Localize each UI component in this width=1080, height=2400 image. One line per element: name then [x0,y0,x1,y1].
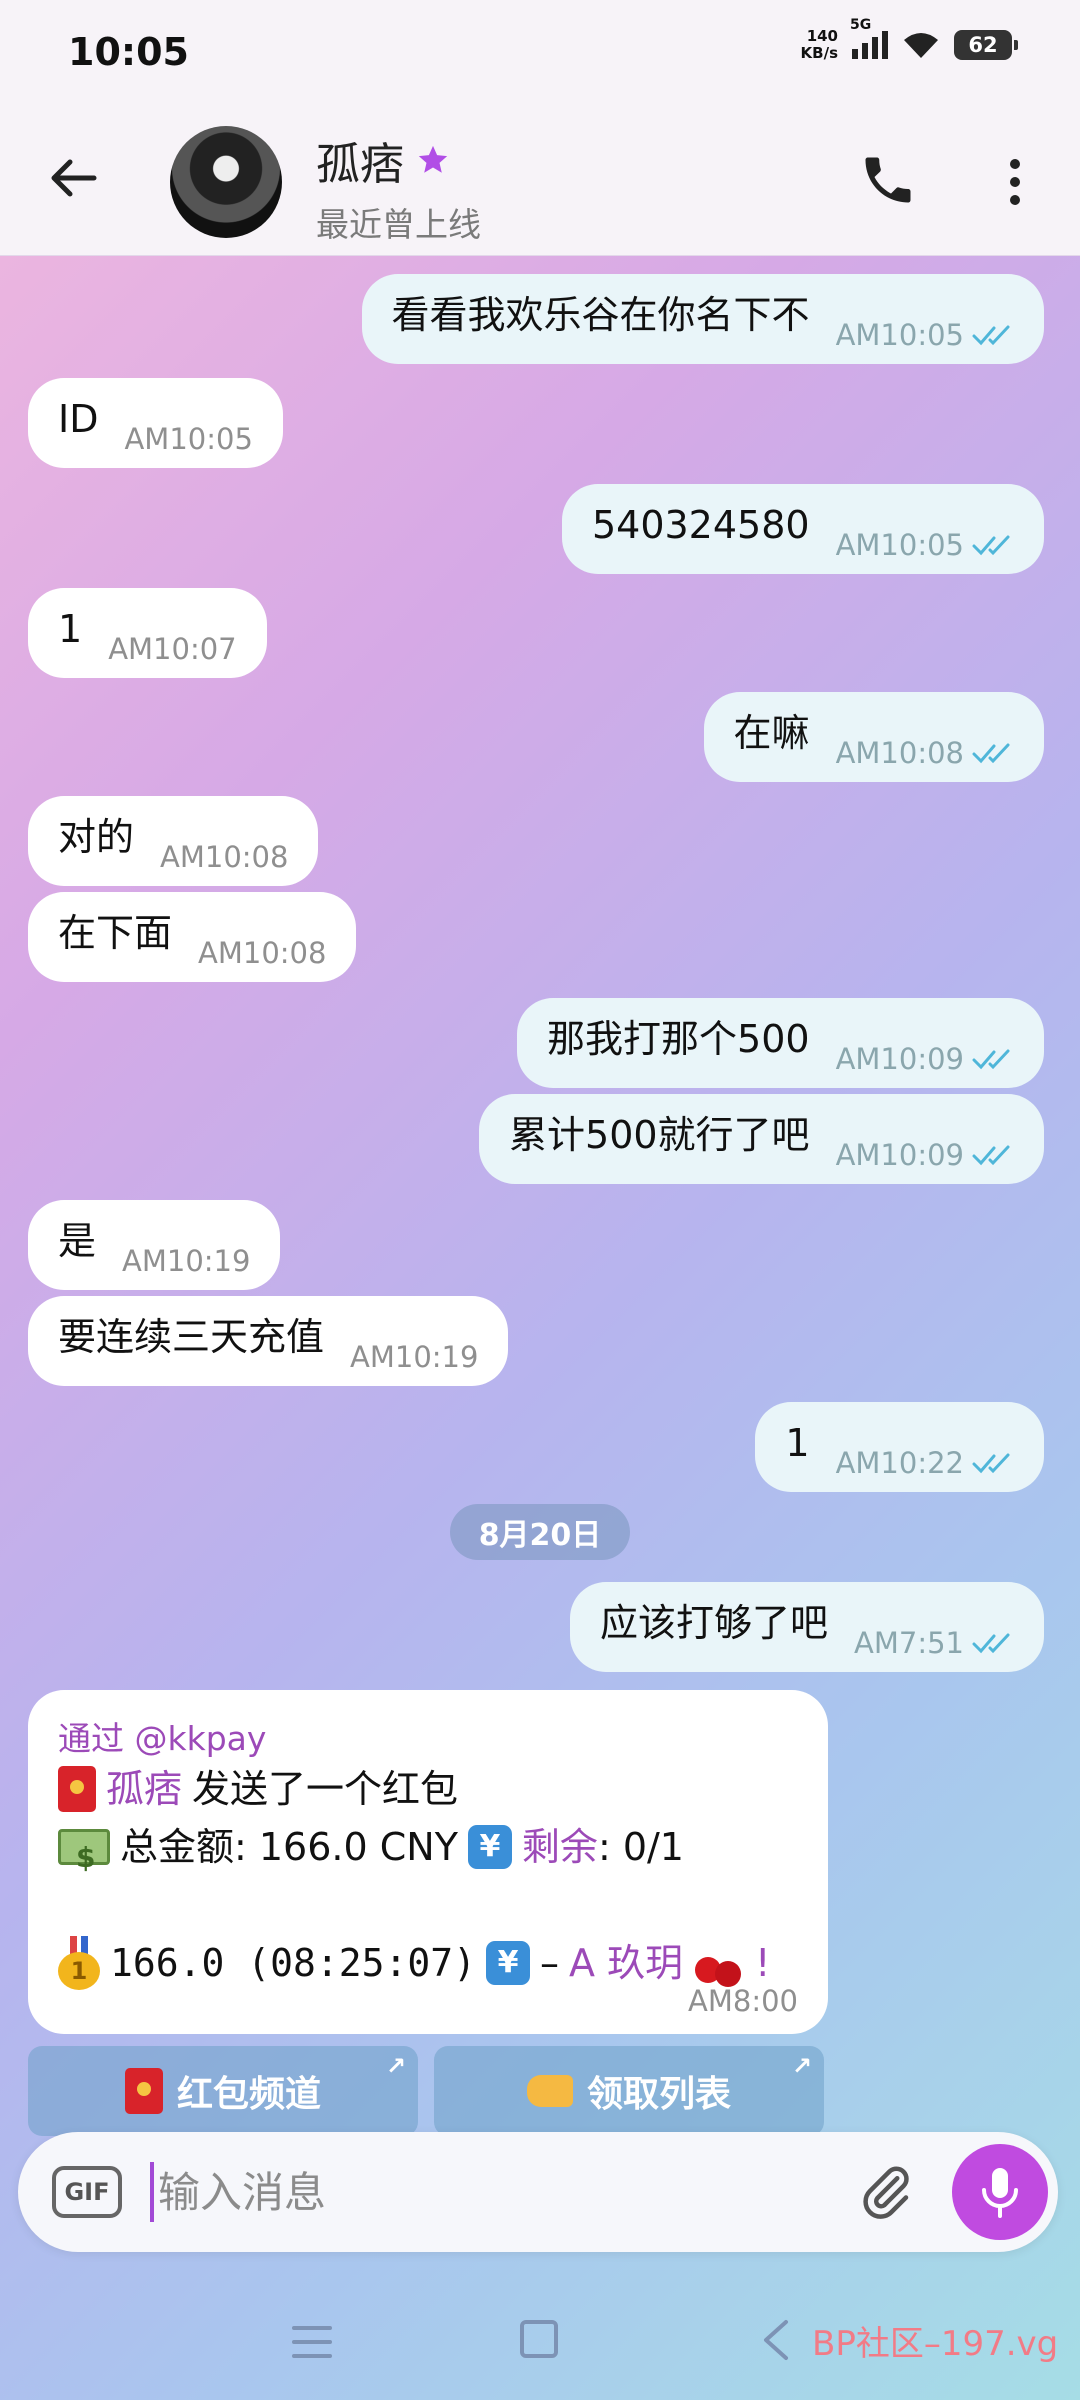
date-separator: 8月20日 [450,1504,630,1560]
medal-icon [58,1936,100,1990]
red-packet-message[interactable]: 通过 @kkpay 孤痞 发送了一个红包 总金额: 166.0 CNY ¥ 剩余… [28,1690,828,2034]
avatar[interactable] [170,126,282,238]
claim-list-button[interactable]: 领取列表 ↗ [434,2046,824,2136]
chat-header: 孤痞 最近曾上线 [0,110,1080,256]
yen-icon: ¥ [486,1941,531,1985]
message-list[interactable]: 看看我欢乐谷在你名下不 AM10:05 ID AM10:05 540324580… [0,256,1080,2126]
home-button[interactable] [520,2320,558,2358]
message-bubble-incoming[interactable]: 在下面 AM10:08 [28,892,357,982]
read-ticks-icon [972,1049,1010,1070]
message-bubble-outgoing[interactable]: 540324580 AM10:05 [561,484,1044,574]
red-packet-channel-button[interactable]: 红包频道 ↗ [28,2046,418,2136]
last-seen-status: 最近曾上线 [316,205,481,244]
money-icon [58,1829,110,1887]
message-bubble-outgoing[interactable]: 累计500就行了吧 AM10:09 [479,1094,1044,1184]
read-ticks-icon [972,1633,1010,1654]
status-indicators: 140 KB/s 5G 62 [800,17,1018,62]
contact-name: 孤痞 [316,139,404,190]
external-link-icon: ↗ [791,2052,812,2080]
voice-record-button[interactable] [952,2144,1048,2240]
system-back-icon[interactable] [756,2318,796,2362]
battery-indicator: 62 [954,30,1018,60]
wifi-icon [904,33,938,58]
message-bubble-incoming[interactable]: 是 AM10:19 [28,1200,281,1290]
status-time: 10:05 [68,30,189,74]
signal-icon: 5G [850,17,888,59]
more-options-icon[interactable] [990,152,1040,212]
pointing-hand-icon [526,2075,573,2107]
message-input[interactable] [158,2152,838,2232]
message-bubble-incoming[interactable]: ID AM10:05 [28,378,283,468]
red-packet-sender-line: 孤痞 发送了一个红包 [58,1760,798,1818]
cherry-icon [693,1937,745,1989]
red-envelope-icon [124,2068,163,2114]
recent-apps-icon[interactable] [290,2322,334,2362]
phone-call-icon[interactable] [858,150,918,210]
message-bubble-outgoing[interactable]: 那我打那个500 AM10:09 [517,998,1044,1088]
message-input-bar: GIF [18,2132,1058,2252]
read-ticks-icon [972,743,1010,764]
system-nav-bar: BP社区–197.vg [0,2286,1080,2400]
message-bubble-incoming[interactable]: 要连续三天充值 AM10:19 [28,1296,509,1386]
watermark: BP社区–197.vg [812,2324,1059,2364]
back-arrow-icon[interactable] [46,150,102,206]
gif-button[interactable]: GIF [52,2166,122,2218]
read-ticks-icon [972,535,1010,556]
microphone-icon [982,2168,1018,2218]
message-bubble-outgoing[interactable]: 在嘛 AM10:08 [703,692,1044,782]
message-bubble-incoming[interactable]: 1 AM10:07 [28,588,267,678]
sender-name[interactable]: 孤痞 [106,1760,182,1818]
premium-star-icon [418,145,448,173]
message-bubble-incoming[interactable]: 对的 AM10:08 [28,796,319,886]
chat-title[interactable]: 孤痞 最近曾上线 [316,128,481,246]
text-cursor [150,2162,154,2222]
external-link-icon: ↗ [385,2052,406,2080]
message-bubble-outgoing[interactable]: 1 AM10:22 [755,1402,1044,1492]
net-speed: 140 KB/s [800,27,838,62]
claimer-name[interactable]: A 玖玥 [569,1934,683,1992]
red-envelope-icon [58,1766,96,1812]
status-bar: 10:05 140 KB/s 5G 62 [0,0,1080,110]
read-ticks-icon [972,1145,1010,1166]
inline-keyboard: 红包频道 ↗ 领取列表 ↗ [28,2046,824,2136]
read-ticks-icon [972,1453,1010,1474]
attachment-icon[interactable] [856,2162,916,2222]
via-bot-label: 通过 @kkpay [58,1719,267,1758]
red-packet-total-line: 总金额: 166.0 CNY ¥ 剩余: 0/1 [58,1818,798,1887]
read-ticks-icon [972,325,1010,346]
message-time: AM8:00 [688,1984,798,2018]
message-bubble-outgoing[interactable]: 应该打够了吧 AM7:51 [570,1582,1044,1672]
via-bot-link[interactable]: @kkpay [135,1719,267,1758]
message-bubble-outgoing[interactable]: 看看我欢乐谷在你名下不 AM10:05 [361,274,1044,364]
red-packet-claim-line: 166.0 (08:25:07) ¥ – A 玖玥 ! [58,1934,798,1992]
yen-icon: ¥ [467,1825,512,1869]
